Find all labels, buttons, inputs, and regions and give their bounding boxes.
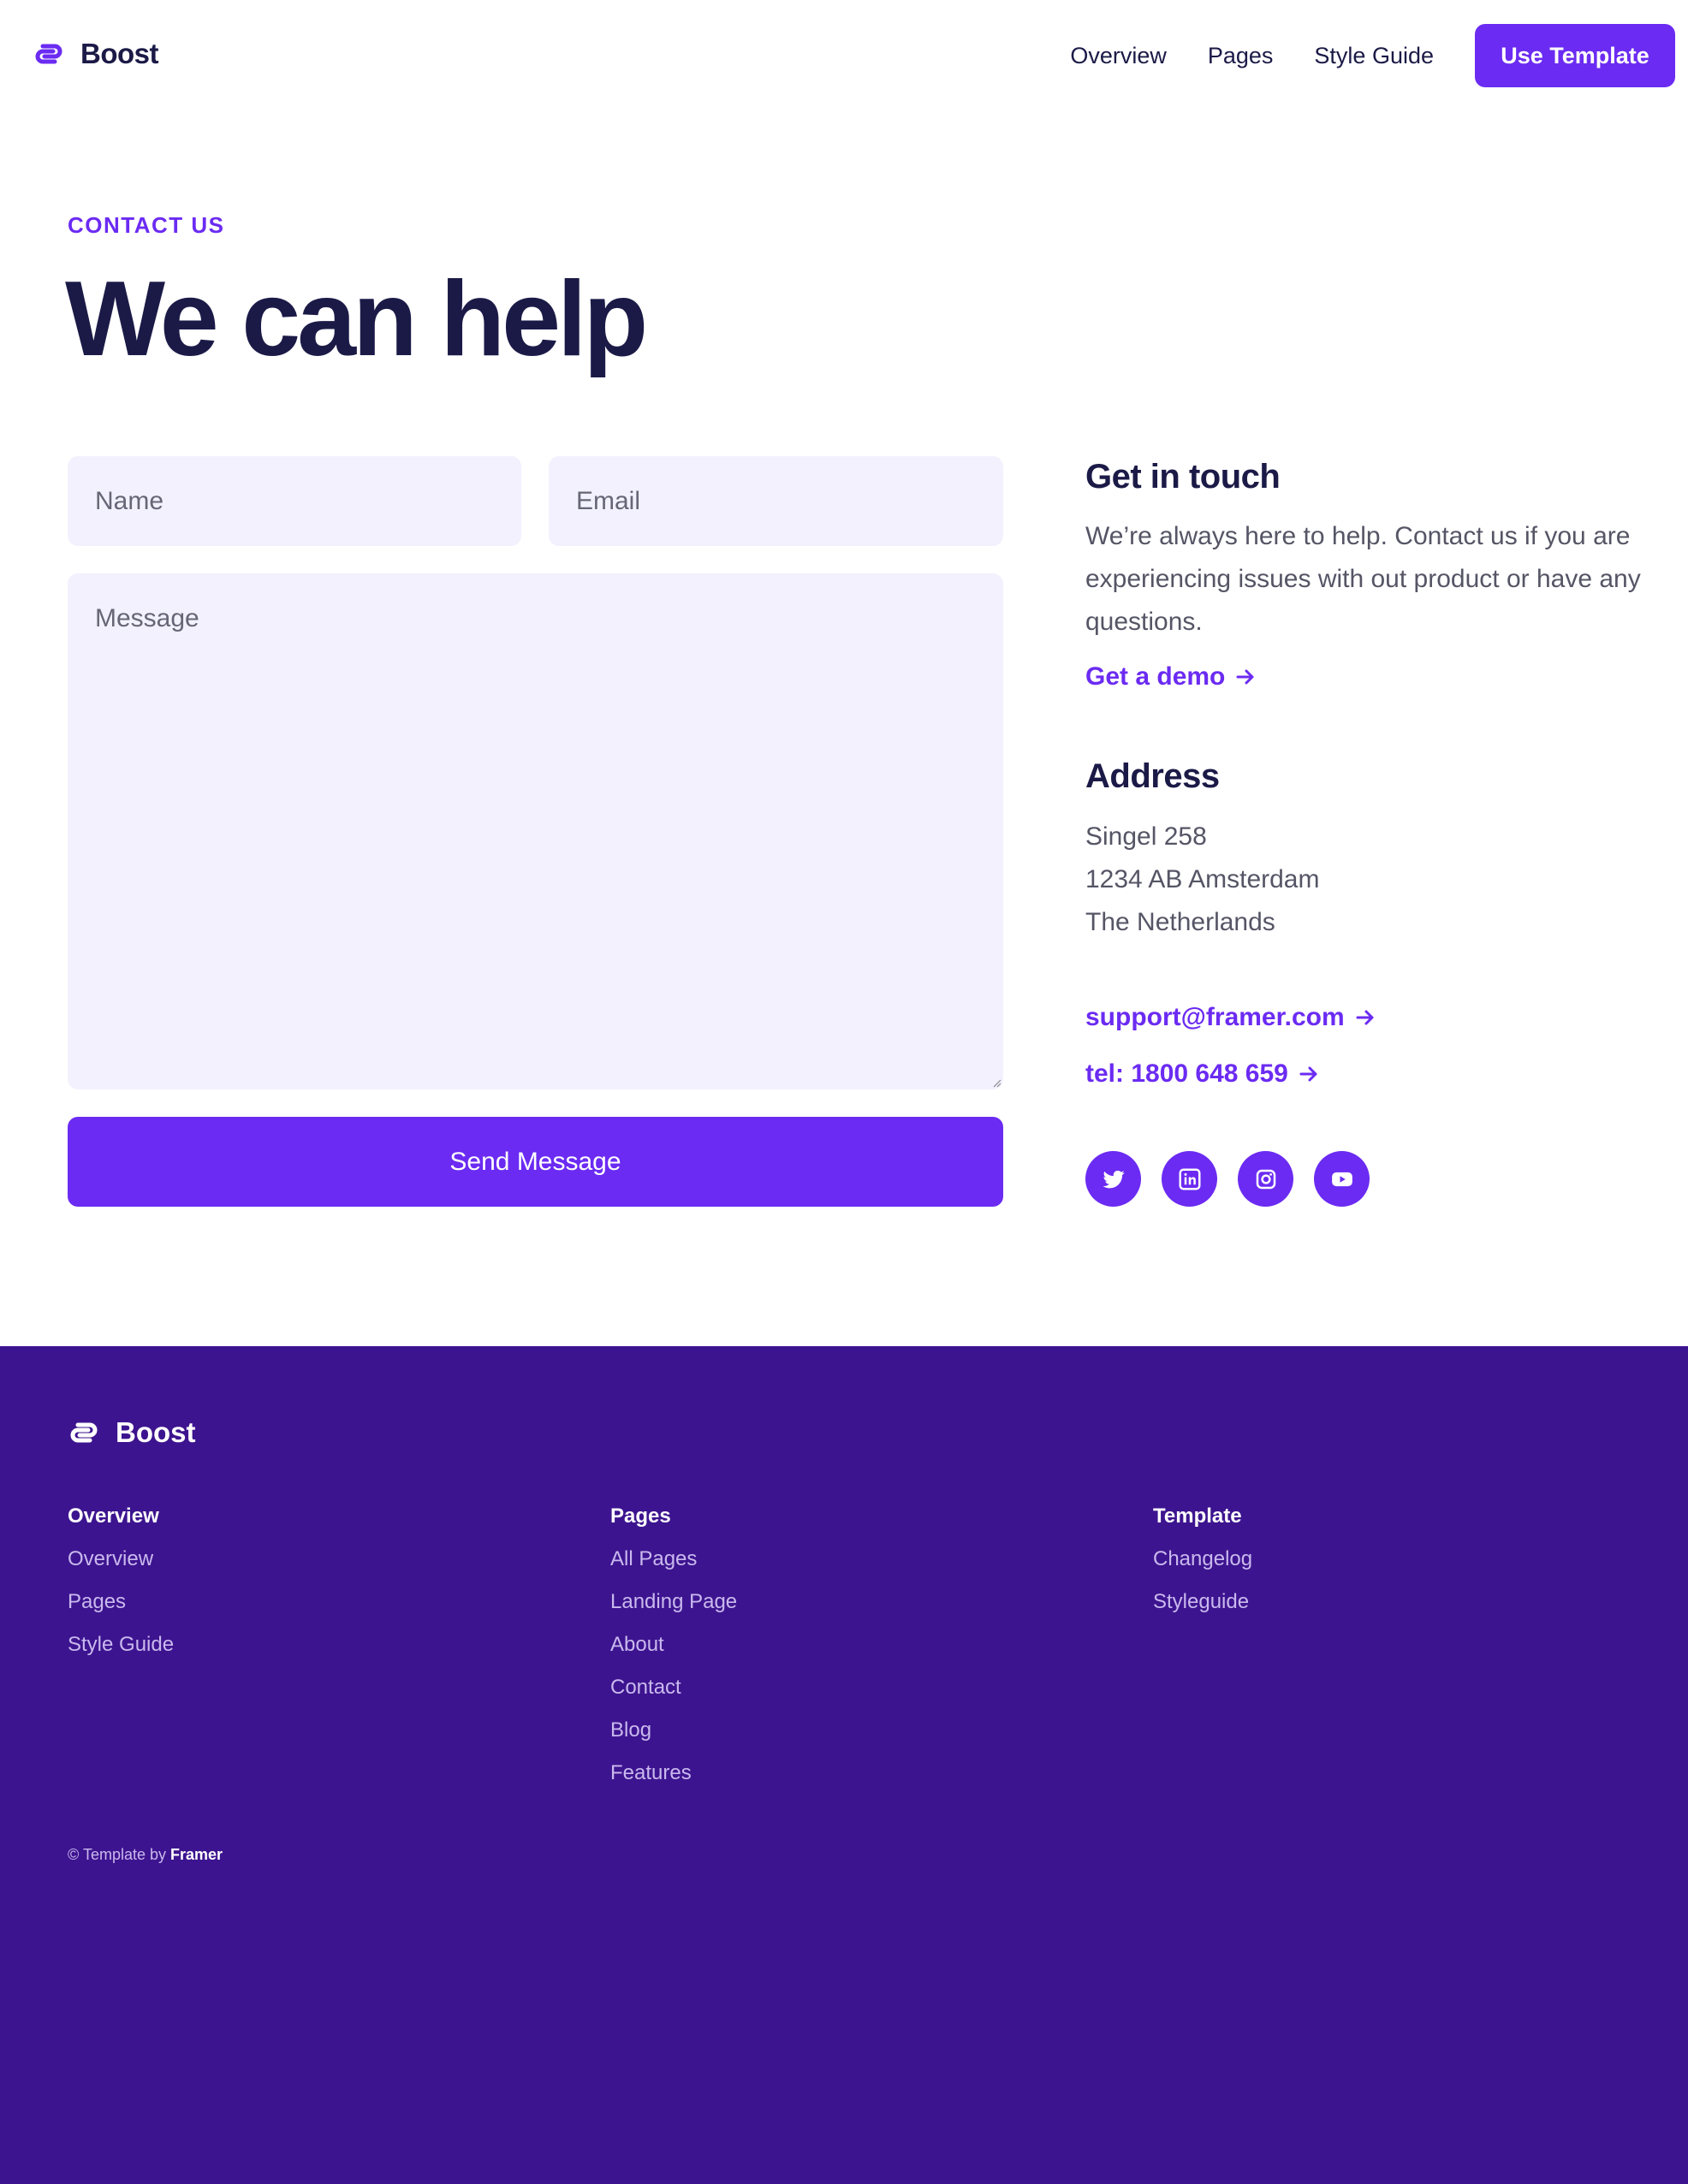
support-email-label: support@framer.com [1085,1003,1345,1031]
instagram-link[interactable] [1238,1151,1293,1207]
section-eyebrow: CONTACT US [68,212,225,238]
footer-link[interactable]: Blog [610,1718,737,1742]
footer-link[interactable]: Contact [610,1676,737,1700]
get-in-touch-heading: Get in touch [1085,458,1281,496]
page-title: We can help [65,260,648,378]
instagram-icon [1256,1169,1275,1189]
get-a-demo-link[interactable]: Get a demo [1085,662,1650,691]
address-heading: Address [1085,757,1220,795]
arrow-right-icon [1236,669,1254,685]
social-links [1085,1151,1370,1207]
footer-link[interactable]: Changelog [1153,1547,1252,1571]
twitter-link[interactable] [1085,1151,1141,1207]
twitter-icon [1103,1170,1124,1188]
get-in-touch-text: We’re always here to help. Contact us if… [1085,522,1641,636]
address-line: 1234 AB Amsterdam [1085,865,1320,893]
footer-column-title: Template [1153,1504,1242,1528]
send-message-button[interactable]: Send Message [68,1117,1003,1207]
footer-link[interactable]: Landing Page [610,1590,737,1614]
framer-link[interactable]: Framer [170,1846,223,1863]
footer-column-template: Template Changelog Styleguide [1153,1504,1252,1633]
footer-link[interactable]: Styleguide [1153,1590,1252,1614]
nav-link-overview[interactable]: Overview [1070,43,1167,69]
boost-logo-icon [35,44,62,64]
email-placeholder: Email [576,487,641,515]
nav-link-pages[interactable]: Pages [1208,43,1274,69]
footer-link[interactable]: About [610,1633,737,1657]
address-line: The Netherlands [1085,908,1275,936]
copyright: © Template by Framer [68,1846,223,1864]
message-placeholder: Message [95,604,199,632]
linkedin-icon [1179,1168,1200,1190]
resize-handle-icon[interactable] [991,1077,1002,1088]
site-footer: Boost Overview Overview Pages Style Guid… [0,1346,1688,2184]
brand-name: Boost [80,38,159,69]
name-placeholder: Name [95,487,164,515]
get-a-demo-label: Get a demo [1085,662,1226,691]
footer-link[interactable]: Overview [68,1547,174,1571]
copyright-text: © Template by [68,1846,166,1863]
name-field[interactable]: Name [68,456,521,546]
youtube-icon [1331,1172,1352,1186]
footer-column-title: Overview [68,1504,159,1528]
address-line: Singel 258 [1085,822,1207,851]
email-field[interactable]: Email [549,456,1003,546]
phone-link[interactable]: tel: 1800 648 659 [1085,1059,1650,1089]
footer-link[interactable]: All Pages [610,1547,737,1571]
footer-column-overview: Overview Overview Pages Style Guide [68,1504,174,1676]
nav-link-style-guide[interactable]: Style Guide [1314,43,1434,69]
footer-logo[interactable]: Boost [68,1416,196,1449]
address-block: Singel 258 1234 AB Amsterdam The Netherl… [1085,816,1650,944]
support-email-link[interactable]: support@framer.com [1085,1003,1650,1032]
linkedin-link[interactable] [1162,1151,1217,1207]
phone-label: tel: 1800 648 659 [1085,1059,1288,1088]
youtube-link[interactable] [1314,1151,1370,1207]
use-template-button[interactable]: Use Template [1475,24,1675,87]
footer-link[interactable]: Features [610,1761,737,1785]
boost-logo-icon [70,1422,98,1443]
message-field[interactable]: Message [68,573,1003,1089]
header-logo[interactable]: Boost [33,38,159,70]
footer-column-title: Pages [610,1504,671,1528]
footer-brand-name: Boost [116,1416,196,1448]
main-nav: Overview Pages Style Guide Use Template [1070,24,1688,87]
footer-column-pages: Pages All Pages Landing Page About Conta… [610,1504,737,1804]
footer-link[interactable]: Style Guide [68,1633,174,1657]
footer-link[interactable]: Pages [68,1590,174,1614]
site-header: Boost Overview Pages Style Guide Use Tem… [0,0,1688,113]
arrow-right-icon [1356,1010,1374,1025]
arrow-right-icon [1299,1066,1317,1082]
